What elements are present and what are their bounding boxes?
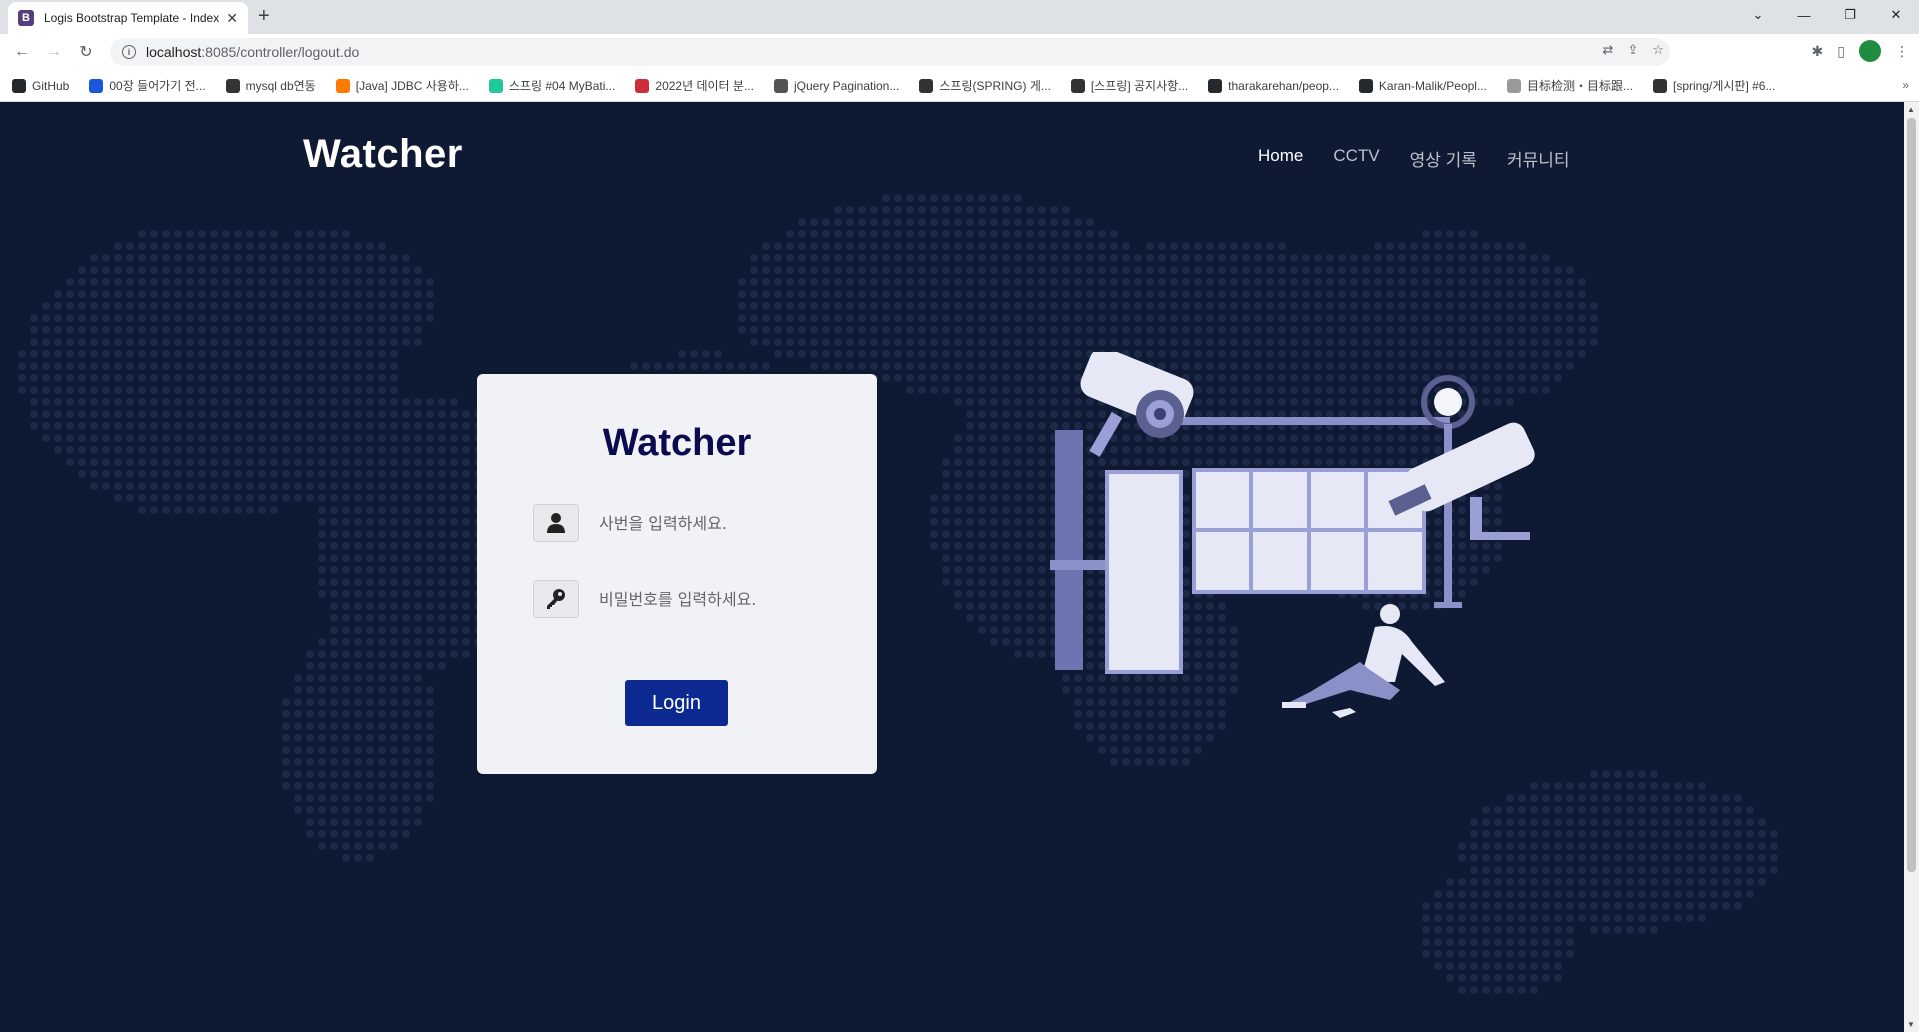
key-icon (533, 580, 579, 618)
bookmarks-overflow-icon[interactable]: » (1902, 78, 1909, 92)
lamp-shape (1434, 388, 1462, 416)
bookmark-item[interactable]: GitHub (12, 78, 70, 93)
forward-icon[interactable]: → (38, 36, 70, 68)
dots-icon (1070, 78, 1085, 93)
browser-toolbar: ← → ↻ i localhost:8085/controller/logout… (0, 34, 1919, 70)
pillar-shape (1055, 430, 1083, 670)
bookmark-label: Karan-Malik/Peopl... (1378, 78, 1487, 93)
bookmark-item[interactable]: mysql db연동 (225, 77, 316, 94)
dots-icon (1506, 78, 1521, 93)
flag-icon (635, 78, 650, 93)
bookmark-label: jQuery Pagination... (793, 78, 900, 93)
bookmark-label: 00장 들어가기 전... (109, 79, 206, 93)
bookmark-item[interactable]: [spring/게시판] #6... (1652, 77, 1776, 94)
bookmark-item[interactable]: 스프링(SPRING) 게... (919, 77, 1051, 94)
restore-icon[interactable]: ❐ (1827, 0, 1873, 30)
site-header: Watcher Home CCTV 영상 기록 커뮤니티 (0, 102, 1904, 212)
url-path: :8085/controller/logout.do (201, 44, 360, 60)
tab-search-icon[interactable]: ⌄ (1735, 0, 1781, 30)
tab-title: Logis Bootstrap Template - Index (44, 11, 220, 25)
github-icon (12, 78, 26, 93)
bookmark-label: 스프링 #04 MyBati... (508, 79, 616, 93)
globe-icon (773, 78, 788, 93)
bookmark-label: 目标检测・目标跟... (1526, 79, 1633, 93)
page-viewport: Watcher Home CCTV 영상 기록 커뮤니티 Watcher Log… (0, 102, 1904, 1032)
bookmark-label: mysql db연동 (245, 79, 316, 93)
password-field (533, 580, 859, 618)
translate-icon[interactable]: ⇄ (1603, 42, 1614, 58)
bookmark-item[interactable]: 스프링 #04 MyBati... (488, 77, 616, 94)
site-info-icon[interactable]: i (122, 45, 136, 59)
bookmarks-bar: GitHub 00장 들어가기 전... mysql db연동 [Java] JDBC… (0, 70, 1919, 102)
github-icon (1358, 78, 1373, 93)
door-shape (1105, 470, 1183, 674)
extensions-icon[interactable]: ✱ (1812, 43, 1824, 60)
bookmark-label: [spring/게시판] #6... (1672, 79, 1776, 93)
world-dot-map-background (18, 194, 1778, 994)
address-bar[interactable]: i localhost:8085/controller/logout.do ⇄ … (110, 38, 1670, 66)
bookmark-item[interactable]: tharakarehan/peop... (1208, 78, 1339, 93)
new-tab-button[interactable]: + (258, 6, 270, 26)
scroll-down-icon[interactable]: ▼ (1907, 1020, 1915, 1029)
browser-tab[interactable]: B Logis Bootstrap Template - Index ✕ (8, 2, 248, 34)
dots-icon (225, 78, 240, 93)
bookmark-item[interactable]: [Java] JDBC 사용하... (335, 77, 469, 94)
employee-id-field (533, 504, 859, 542)
window-grid (1192, 468, 1426, 594)
reload-icon[interactable]: ↻ (70, 36, 102, 68)
window-controls: ⌄ — ❐ ✕ (1735, 0, 1919, 30)
bookmark-label: tharakarehan/peop... (1228, 78, 1339, 93)
close-window-icon[interactable]: ✕ (1873, 0, 1919, 30)
scroll-thumb[interactable] (1907, 118, 1916, 872)
dots-icon (919, 78, 934, 93)
share-icon[interactable]: ⇪ (1627, 42, 1638, 58)
bookmark-label: GitHub (32, 78, 70, 93)
password-input[interactable] (599, 589, 859, 609)
profile-avatar[interactable] (1859, 40, 1881, 62)
dots-icon (1652, 78, 1667, 93)
bookmark-item[interactable]: 00장 들어가기 전... (89, 77, 206, 94)
login-card: Watcher Login (477, 374, 877, 774)
back-icon[interactable]: ← (6, 36, 38, 68)
github-icon (1208, 78, 1223, 93)
employee-id-input[interactable] (599, 513, 859, 533)
nav-cctv[interactable]: CCTV (1333, 146, 1379, 171)
site-nav: Home CCTV 영상 기록 커뮤니티 (1258, 146, 1570, 171)
bookmark-star-icon[interactable]: ☆ (1652, 42, 1664, 58)
cctv-illustration (1050, 352, 1535, 718)
side-panel-icon[interactable]: ▯ (1837, 43, 1845, 60)
page-scrollbar[interactable]: ▲ ▼ (1904, 102, 1919, 1032)
bootstrap-favicon-icon: B (18, 10, 34, 26)
url-host: localhost (146, 44, 202, 60)
bookmark-item[interactable]: jQuery Pagination... (773, 78, 900, 93)
bookmark-item[interactable]: [스프링] 공지사항... (1070, 77, 1189, 94)
login-title: Watcher (602, 422, 752, 464)
nav-home[interactable]: Home (1258, 146, 1303, 171)
bookmark-item[interactable]: Karan-Malik/Peopl... (1358, 78, 1487, 93)
close-tab-icon[interactable]: ✕ (226, 10, 238, 27)
bookmark-item[interactable]: 2022년 데이터 분... (635, 77, 754, 94)
site-logo[interactable]: Watcher (303, 132, 463, 177)
bookmark-label: [스프링] 공지사항... (1090, 79, 1189, 93)
bookmark-item[interactable]: 目标检测・目标跟... (1506, 77, 1633, 94)
menu-kebab-icon[interactable]: ⋮ (1895, 43, 1909, 60)
browser-tab-bar: B Logis Bootstrap Template - Index ✕ + ⌄… (0, 0, 1919, 34)
security-camera-left (1080, 352, 1194, 457)
login-button[interactable]: Login (625, 680, 728, 726)
url-text[interactable]: localhost:8085/controller/logout.do (146, 44, 359, 60)
bookmark-label: 스프링(SPRING) 게... (939, 79, 1051, 93)
bookmark-label: 2022년 데이터 분... (655, 79, 754, 93)
nav-video-records[interactable]: 영상 기록 (1410, 146, 1477, 171)
v-icon (335, 78, 350, 93)
book-icon (89, 78, 104, 93)
nav-community[interactable]: 커뮤니티 (1507, 146, 1570, 171)
person-sitting (1282, 604, 1445, 718)
bookmark-label: [Java] JDBC 사용하... (355, 79, 469, 93)
user-icon (533, 504, 579, 542)
minimize-icon[interactable]: — (1781, 0, 1827, 30)
v-icon (488, 78, 503, 93)
scroll-up-icon[interactable]: ▲ (1907, 105, 1915, 114)
